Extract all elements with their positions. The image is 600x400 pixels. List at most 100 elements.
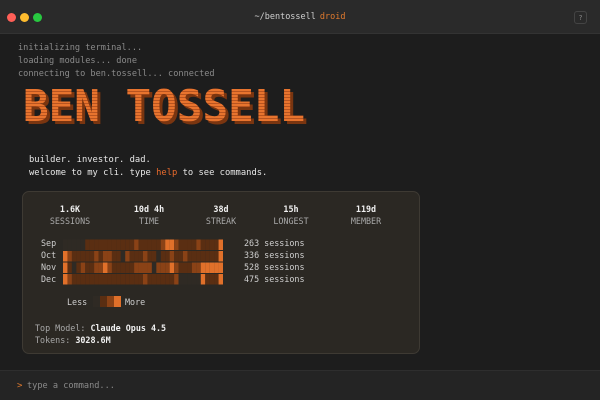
- heatmap-cell: [120, 262, 126, 273]
- heatmap-cell: [169, 262, 175, 273]
- terminal-window: ~/bentossell droid ? initializing termina…: [0, 0, 600, 400]
- heatmap-cell: [138, 239, 144, 250]
- month-label: Oct: [41, 250, 57, 260]
- heatmap-cell: [80, 251, 86, 262]
- intro-welcome-prefix: welcome to my cli. type: [29, 168, 157, 178]
- boot-line: initializing terminal...: [18, 43, 143, 53]
- heatmap-cell: [98, 262, 104, 273]
- heatmap-cell: [183, 239, 188, 250]
- heatmap-cell: [209, 262, 215, 273]
- heatmap-cell: [94, 262, 99, 273]
- stat-streak: 38d STREAK: [191, 203, 251, 227]
- heatmap-cell: [134, 274, 139, 285]
- heatmap-cell: [205, 251, 210, 262]
- stat-value: 15h: [283, 204, 299, 214]
- intro-welcome: welcome to my cli. type help to see comm…: [29, 167, 267, 180]
- month-label: Sep: [41, 238, 57, 248]
- stat-time: 10d 4h TIME: [119, 203, 179, 227]
- heatmap-cell: [178, 262, 184, 273]
- heatmap-cell: [138, 274, 144, 285]
- heatmap-cell: [165, 274, 170, 285]
- heatmap-cell: [214, 239, 219, 250]
- month-label: Dec: [41, 274, 57, 284]
- heatmap-cell: [63, 274, 68, 285]
- heatmap-cell: [71, 262, 77, 273]
- heatmap-cell: [165, 251, 170, 262]
- heatmap-cell: [125, 262, 130, 273]
- command-input[interactable]: [27, 379, 567, 393]
- heatmap-cell: [151, 251, 157, 262]
- heatmap-cell: [107, 251, 112, 262]
- heatmap-cell: [200, 239, 206, 250]
- tokens-label: Tokens:: [35, 335, 71, 345]
- heatmap-cell: [120, 239, 126, 250]
- heatmap-cell: [134, 262, 139, 273]
- heatmap-cell: [125, 239, 130, 250]
- heatmap-cell: [116, 262, 121, 273]
- heatmap-cell: [147, 251, 152, 262]
- stat-label: MEMBER: [350, 216, 382, 226]
- top-model-line: Top Model: Claude Opus 4.5: [35, 322, 166, 334]
- month-sessions: 336 sessions: [244, 250, 305, 260]
- window-title: ~/bentossell droid: [0, 12, 600, 22]
- heatmap-cell: [156, 251, 161, 262]
- legend-swatch: [100, 296, 107, 307]
- window-title-path: ~/bentossell: [254, 12, 316, 22]
- heatmap-cell: [67, 262, 72, 273]
- heatmap-cell: [107, 239, 112, 250]
- heatmap-cell: [76, 239, 81, 250]
- heatmap-cell: [76, 251, 81, 262]
- heatmap-cell: [107, 262, 112, 273]
- heatmap-cell: [85, 251, 90, 262]
- heatmap-cell: [67, 239, 72, 250]
- heatmap-cell: [71, 274, 77, 285]
- heatmap-cell: [89, 274, 95, 285]
- heatmap-cell: [205, 239, 210, 250]
- heatmap-cell: [80, 262, 86, 273]
- heatmap-cell: [187, 239, 192, 250]
- heatmap-cell: [151, 262, 157, 273]
- heatmap-cell: [107, 274, 112, 285]
- heatmap-cell: [147, 274, 152, 285]
- heatmap-cell: [174, 262, 179, 273]
- heatmap-cell: [205, 262, 210, 273]
- activity-heatmap: [63, 239, 223, 285]
- intro-tagline: builder. investor. dad.: [29, 155, 151, 165]
- legend-more-label: More: [125, 297, 146, 307]
- tokens-value: 3028.6M: [75, 335, 111, 345]
- heatmap-cell: [129, 251, 135, 262]
- help-button[interactable]: ?: [574, 11, 587, 24]
- heatmap-cell: [129, 239, 135, 250]
- stat-label: LONGEST: [273, 216, 309, 226]
- heatmap-cell: [80, 239, 86, 250]
- heatmap-cell: [165, 239, 170, 250]
- heatmap-cell: [214, 274, 219, 285]
- month-sessions: 528 sessions: [244, 262, 305, 272]
- heatmap-cell: [120, 274, 126, 285]
- heatmap-cell: [98, 239, 104, 250]
- heatmap-cell: [191, 239, 197, 250]
- heatmap-cell: [129, 262, 135, 273]
- banner-text: BEN TOSSELL: [23, 86, 305, 128]
- heatmap-cell: [183, 274, 188, 285]
- heatmap-cell: [156, 274, 161, 285]
- tokens-line: Tokens: 3028.6M: [35, 334, 166, 346]
- heatmap-cell: [196, 239, 201, 250]
- heatmap-cell: [85, 274, 90, 285]
- heatmap-cell: [214, 262, 219, 273]
- heatmap-cell: [187, 274, 192, 285]
- heatmap-cell: [94, 239, 99, 250]
- heatmap-cell: [187, 262, 192, 273]
- heatmap-cell: [111, 262, 117, 273]
- heatmap-cell: [76, 274, 81, 285]
- heatmap-cell: [111, 274, 117, 285]
- heatmap-cell: [71, 239, 77, 250]
- heatmap-cell: [147, 239, 152, 250]
- legend-swatch: [114, 296, 121, 307]
- heatmap-cell: [116, 274, 121, 285]
- heatmap-cell: [218, 239, 223, 250]
- heatmap-cell: [209, 251, 215, 262]
- month-sessions: 475 sessions: [244, 274, 305, 284]
- stat-member: 119d MEMBER: [336, 203, 396, 227]
- boot-line: loading modules... done: [18, 56, 137, 66]
